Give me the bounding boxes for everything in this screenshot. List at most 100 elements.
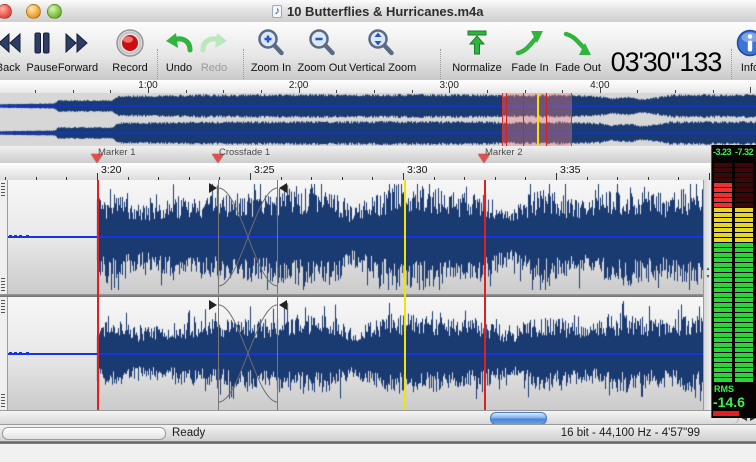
crossfade-handle-left-icon[interactable] [209,300,217,310]
waveform-lane-right-channel[interactable] [0,297,703,410]
marker-label: Marker 2 [485,147,523,158]
toolbar: 03'30"133 Cursor Position BackPauseForwa… [0,22,756,97]
status-message: Ready [172,427,206,439]
ruler-label: 3:25 [254,164,275,176]
info-button[interactable]: Info [722,26,756,78]
automation-point[interactable] [26,352,29,355]
meter-segment-green [714,358,732,362]
fade-out-button[interactable]: Fade Out [546,26,610,78]
meter-segment-green [714,363,732,367]
meter-segment-green [714,353,732,357]
automation-point[interactable] [9,235,12,238]
screen: ♪ 10 Butterflies & Hurricanes.m4a 03'30"… [0,0,756,462]
meter-segment-dim [735,183,753,187]
meter-segment-green [735,243,753,247]
title-bar[interactable]: ♪ 10 Butterflies & Hurricanes.m4a [0,0,756,23]
meter-segment-green [714,323,732,327]
crossfade-envelope[interactable] [218,297,279,410]
crossfade-handle-right-icon[interactable] [279,183,287,193]
marker-1-line[interactable] [97,180,99,410]
meter-segment-green [735,323,753,327]
overview-cursor-line [537,93,539,146]
meter-segment-green [735,338,753,342]
vertical-zoom-button-label: Vertical Zoom [349,62,417,74]
automation-point[interactable] [19,235,22,238]
meter-segment-yellow [714,218,732,222]
marker-label: Marker 1 [98,147,136,158]
time-ruler[interactable]: 3:20 3:25 3:30 3:35 [0,163,711,181]
automation-point[interactable] [9,352,12,355]
meter-segment-green [735,333,753,337]
overview-waveform[interactable] [0,93,756,146]
window-title-group: ♪ 10 Butterflies & Hurricanes.m4a [0,0,756,22]
redo-button-label: Redo [200,62,228,74]
marker-bar[interactable]: Marker 1 Crossfade 1 Marker 2 [0,146,711,164]
meter-segment-green [714,253,732,257]
meter-segment-green [714,313,732,317]
redo-arrow-icon [182,27,246,60]
meter-segment-green [714,268,732,272]
waveform-lane-left-channel[interactable] [0,180,703,294]
meter-segment-red [714,203,732,207]
overview-marker-line [523,93,524,146]
meter-segment-green [714,308,732,312]
meter-segment-green [735,253,753,257]
meter-segment-green [714,328,732,332]
meter-segment-dim [714,163,732,167]
meter-segment-green [714,318,732,322]
channel-centerline [8,353,703,355]
meter-segment-yellow [735,223,753,227]
meter-segment-dim [735,173,753,177]
horizontal-scroll-track[interactable] [0,411,739,424]
marker-label: Crossfade 1 [219,147,271,158]
crossfade-envelope[interactable] [218,180,279,294]
overview-marker-line [546,93,547,146]
overview-selection-region[interactable] [502,93,572,146]
progress-bar [2,427,166,440]
magnifier-vertical-icon [349,27,413,60]
meter-segment-green [714,283,732,287]
meter-segment-green [735,308,753,312]
meter-segment-green [735,268,753,272]
ruler-tick [709,173,710,180]
ruler-label: 3:20 [101,164,122,176]
meter-segment-green [714,348,732,352]
meter-segment-yellow [714,208,732,212]
status-bar: Ready 16 bit - 44,100 Hz - 4'57"99 [0,424,756,441]
meter-segment-green [714,343,732,347]
horizontal-scrollbar[interactable]: ◀ ▶ [0,410,756,425]
overview-timeline-ruler[interactable]: 1:00 2:00 3:00 4:00 [0,80,756,93]
meter-segment-green [735,248,753,252]
meter-segment-green [735,273,753,277]
meter-segment-green [735,263,753,267]
zoom-out-button[interactable]: Zoom Out [290,26,354,78]
meter-segment-green [735,303,753,307]
automation-point[interactable] [14,235,17,238]
marker-2-line[interactable] [484,180,486,410]
meter-segment-red [714,198,732,202]
level-meter-panel: -3.23 -7.32 RMS -14.6 [711,145,756,418]
redo-button[interactable]: Redo [182,26,246,78]
meter-segment-dim [735,198,753,202]
meter-segment-green [714,368,732,372]
meter-segment-dim [714,168,732,172]
automation-point[interactable] [14,352,17,355]
playback-cursor-line[interactable] [404,180,406,410]
automation-point[interactable] [26,235,29,238]
zoom-out-button-label: Zoom Out [297,62,347,74]
meter-segment-yellow [735,208,753,212]
meter-segment-green [735,353,753,357]
automation-point[interactable] [19,352,22,355]
vertical-zoom-button[interactable]: Vertical Zoom [349,26,417,78]
meter-segment-green [735,288,753,292]
meter-segment-green [714,298,732,302]
crossfade-handle-left-icon[interactable] [209,183,217,193]
peak-value-right: -7.32 [735,147,754,157]
meter-segment-yellow [714,213,732,217]
meter-segment-green [735,313,753,317]
ruler-label: 2:00 [288,80,309,91]
meter-segment-green [735,368,753,372]
crossfade-handle-right-icon[interactable] [279,300,287,310]
app-window: ♪ 10 Butterflies & Hurricanes.m4a 03'30"… [0,0,756,441]
meter-segment-red [714,193,732,197]
